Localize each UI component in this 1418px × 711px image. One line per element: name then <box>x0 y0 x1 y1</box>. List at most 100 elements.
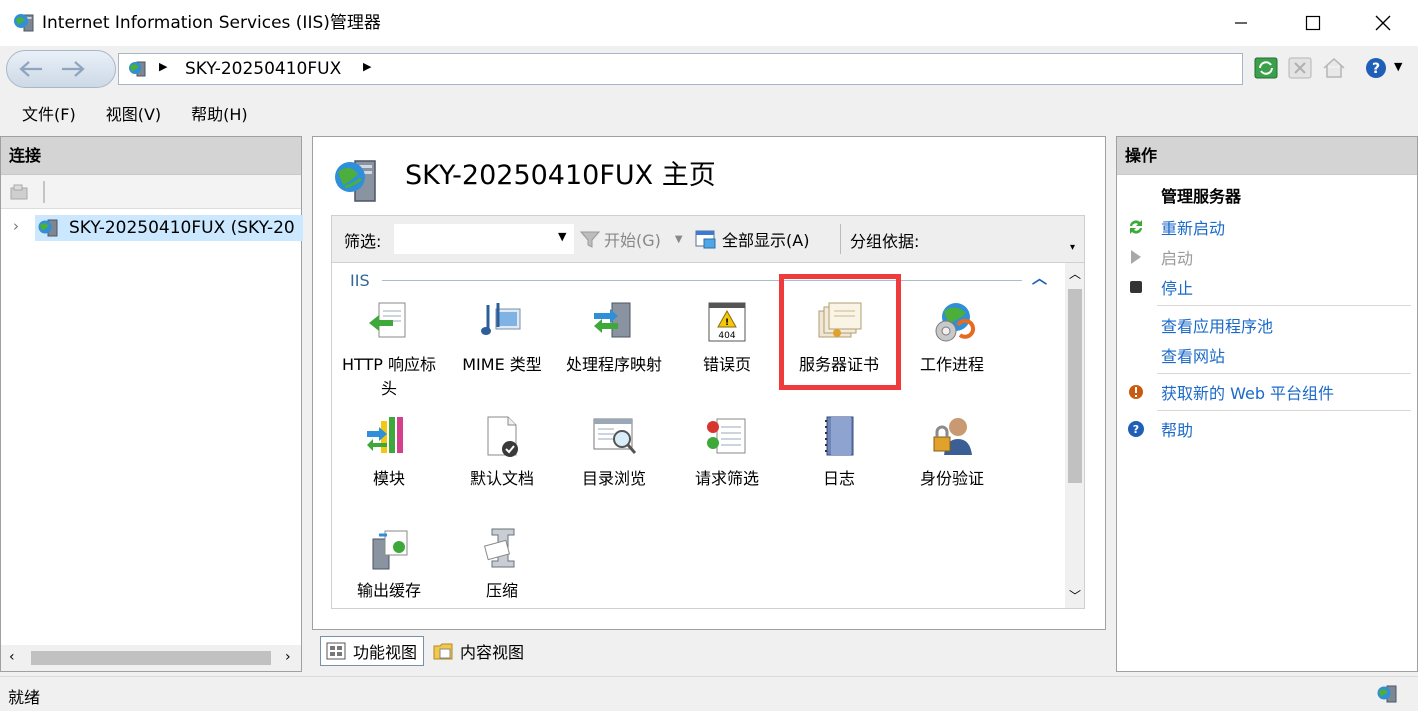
feature-default-document[interactable]: 默认文档 <box>447 413 557 491</box>
mime-types-icon <box>481 303 521 335</box>
filter-dropdown-icon[interactable]: ▼ <box>558 230 566 243</box>
feature-modules[interactable]: 模块 <box>334 413 444 491</box>
group-divider <box>382 280 1022 281</box>
action-stop[interactable]: 停止 <box>1117 272 1417 302</box>
filter-input[interactable] <box>394 224 574 254</box>
status-text: 就绪 <box>8 688 41 707</box>
action-restart[interactable]: 重新启动 <box>1117 212 1417 242</box>
feature-label: 工作进程 <box>919 355 984 374</box>
svg-text:!: ! <box>725 318 729 328</box>
scroll-right-icon[interactable]: › <box>285 649 291 665</box>
close-button[interactable] <box>1360 0 1406 46</box>
feature-handler-mappings[interactable]: 处理程序映射 <box>559 299 669 377</box>
feature-label: 日志 <box>822 469 855 488</box>
title-bar: Internet Information Services (IIS)管理器 <box>0 0 1418 46</box>
features-pane: SKY-20250410FUX 主页 筛选: ▼ 开始(G) ▼ 全部显示(A)… <box>312 136 1106 630</box>
tree-item-label[interactable]: SKY-20250410FUX (SKY-20 <box>35 215 303 241</box>
feature-http-headers[interactable]: HTTP 响应标头 <box>334 299 444 401</box>
chevron-down-icon[interactable]: ▼ <box>1394 60 1402 73</box>
page-title: SKY-20250410FUX 主页 <box>405 160 716 191</box>
action-label: 帮助 <box>1161 421 1194 440</box>
show-all-button[interactable]: 全部显示(A) <box>694 224 809 254</box>
filter-toolbar: 筛选: ▼ 开始(G) ▼ 全部显示(A) 分组依据: ▾ <box>331 215 1085 263</box>
stop-nav-icon[interactable] <box>1288 56 1312 80</box>
scroll-down-icon[interactable]: ﹀ <box>1069 587 1081 604</box>
minimize-button[interactable] <box>1218 0 1264 46</box>
menu-file[interactable]: 文件(F) <box>0 100 90 130</box>
horizontal-scrollbar[interactable]: ‹ › <box>1 645 301 671</box>
connect-icon[interactable] <box>9 183 31 201</box>
feature-label: 默认文档 <box>469 469 534 488</box>
forward-arrow-icon <box>62 61 85 77</box>
forward-button[interactable] <box>50 56 96 82</box>
feature-worker-processes[interactable]: 工作进程 <box>897 299 1007 377</box>
feature-authentication[interactable]: 身份验证 <box>897 413 1007 491</box>
tab-content-view[interactable]: 内容视图 <box>428 636 530 666</box>
directory-browsing-icon <box>593 418 637 454</box>
server-icon <box>38 219 58 237</box>
group-by-label[interactable]: 分组依据: <box>850 228 919 252</box>
breadcrumb-server[interactable]: SKY-20250410FUX <box>185 58 341 80</box>
svg-text:?: ? <box>1133 423 1139 436</box>
show-all-label: 全部显示(A) <box>722 231 810 250</box>
home-icon[interactable] <box>1322 56 1346 80</box>
server-icon <box>129 61 146 77</box>
error-pages-icon: ! 404 <box>708 302 746 342</box>
feature-logging[interactable]: 日志 <box>784 413 894 491</box>
window-title: Internet Information Services (IIS)管理器 <box>42 13 381 33</box>
actions-separator <box>1157 305 1411 306</box>
feature-error-pages[interactable]: ! 404 错误页 <box>672 299 782 377</box>
action-view-sites[interactable]: 查看网站 <box>1117 340 1417 370</box>
feature-label: 处理程序映射 <box>565 355 662 374</box>
actions-section-heading: 管理服务器 <box>1161 187 1242 206</box>
handler-mappings-icon <box>594 302 631 338</box>
action-view-app-pools[interactable]: 查看应用程序池 <box>1117 310 1417 340</box>
tab-features-view[interactable]: 功能视图 <box>320 636 425 666</box>
feature-directory-browsing[interactable]: 目录浏览 <box>559 413 669 491</box>
highlight-box <box>779 274 901 390</box>
scroll-left-icon[interactable]: ‹ <box>9 649 15 665</box>
feature-compression[interactable]: 压缩 <box>447 525 557 603</box>
scroll-up-icon[interactable]: ︿ <box>1069 265 1081 282</box>
connections-toolbar <box>1 175 301 209</box>
feature-mime-types[interactable]: MIME 类型 <box>447 299 557 377</box>
collapse-icon[interactable]: ︿ <box>1032 267 1047 288</box>
filter-label: 筛选: <box>344 232 382 251</box>
action-get-web-platform[interactable]: 获取新的 Web 平台组件 <box>1117 377 1417 407</box>
scrollbar-thumb[interactable] <box>31 651 271 665</box>
stop-icon <box>1130 281 1142 293</box>
feature-label: 输出缓存 <box>356 581 421 600</box>
content-view-icon <box>433 643 453 660</box>
show-all-icon <box>695 230 716 249</box>
funnel-icon <box>580 231 600 248</box>
back-button[interactable] <box>8 56 54 82</box>
feature-output-caching[interactable]: 输出缓存 <box>334 525 444 603</box>
maximize-icon <box>1305 15 1321 31</box>
action-start[interactable]: 启动 <box>1117 242 1417 272</box>
menu-help[interactable]: 帮助(H) <box>175 100 262 130</box>
scrollbar-thumb[interactable] <box>1068 289 1082 483</box>
close-icon <box>1375 15 1391 31</box>
maximize-button[interactable] <box>1290 0 1336 46</box>
worker-processes-icon <box>935 303 976 342</box>
vertical-scrollbar[interactable]: ︿ ﹀ <box>1065 263 1084 608</box>
start-filter-button[interactable]: 开始(G) ▼ <box>580 224 683 254</box>
toolbar-separator <box>840 224 841 254</box>
authentication-icon <box>933 418 972 455</box>
tab-label: 功能视图 <box>353 643 418 662</box>
feature-request-filtering[interactable]: 请求筛选 <box>672 413 782 491</box>
toolbar-overflow-icon[interactable]: ▾ <box>1070 242 1082 260</box>
feature-label: 目录浏览 <box>581 469 646 488</box>
menu-view[interactable]: 视图(V) <box>90 100 175 130</box>
refresh-icon[interactable] <box>1254 56 1278 80</box>
action-help[interactable]: ? 帮助 <box>1117 414 1417 444</box>
expand-chevron-icon[interactable]: › <box>13 217 19 235</box>
feature-label: 错误页 <box>702 355 751 374</box>
breadcrumb-arrow-icon[interactable]: ▶ <box>363 60 371 73</box>
toolbar-separator <box>43 181 45 203</box>
help-dropdown-icon[interactable]: ? <box>1364 56 1388 80</box>
tree-item-server[interactable]: › SKY-20250410FUX (SKY-20 <box>1 213 303 243</box>
breadcrumb-arrow-icon[interactable]: ▶ <box>159 60 167 73</box>
address-bar[interactable]: ▶ SKY-20250410FUX ▶ <box>118 53 1243 85</box>
chevron-down-icon[interactable]: ▼ <box>675 234 683 245</box>
